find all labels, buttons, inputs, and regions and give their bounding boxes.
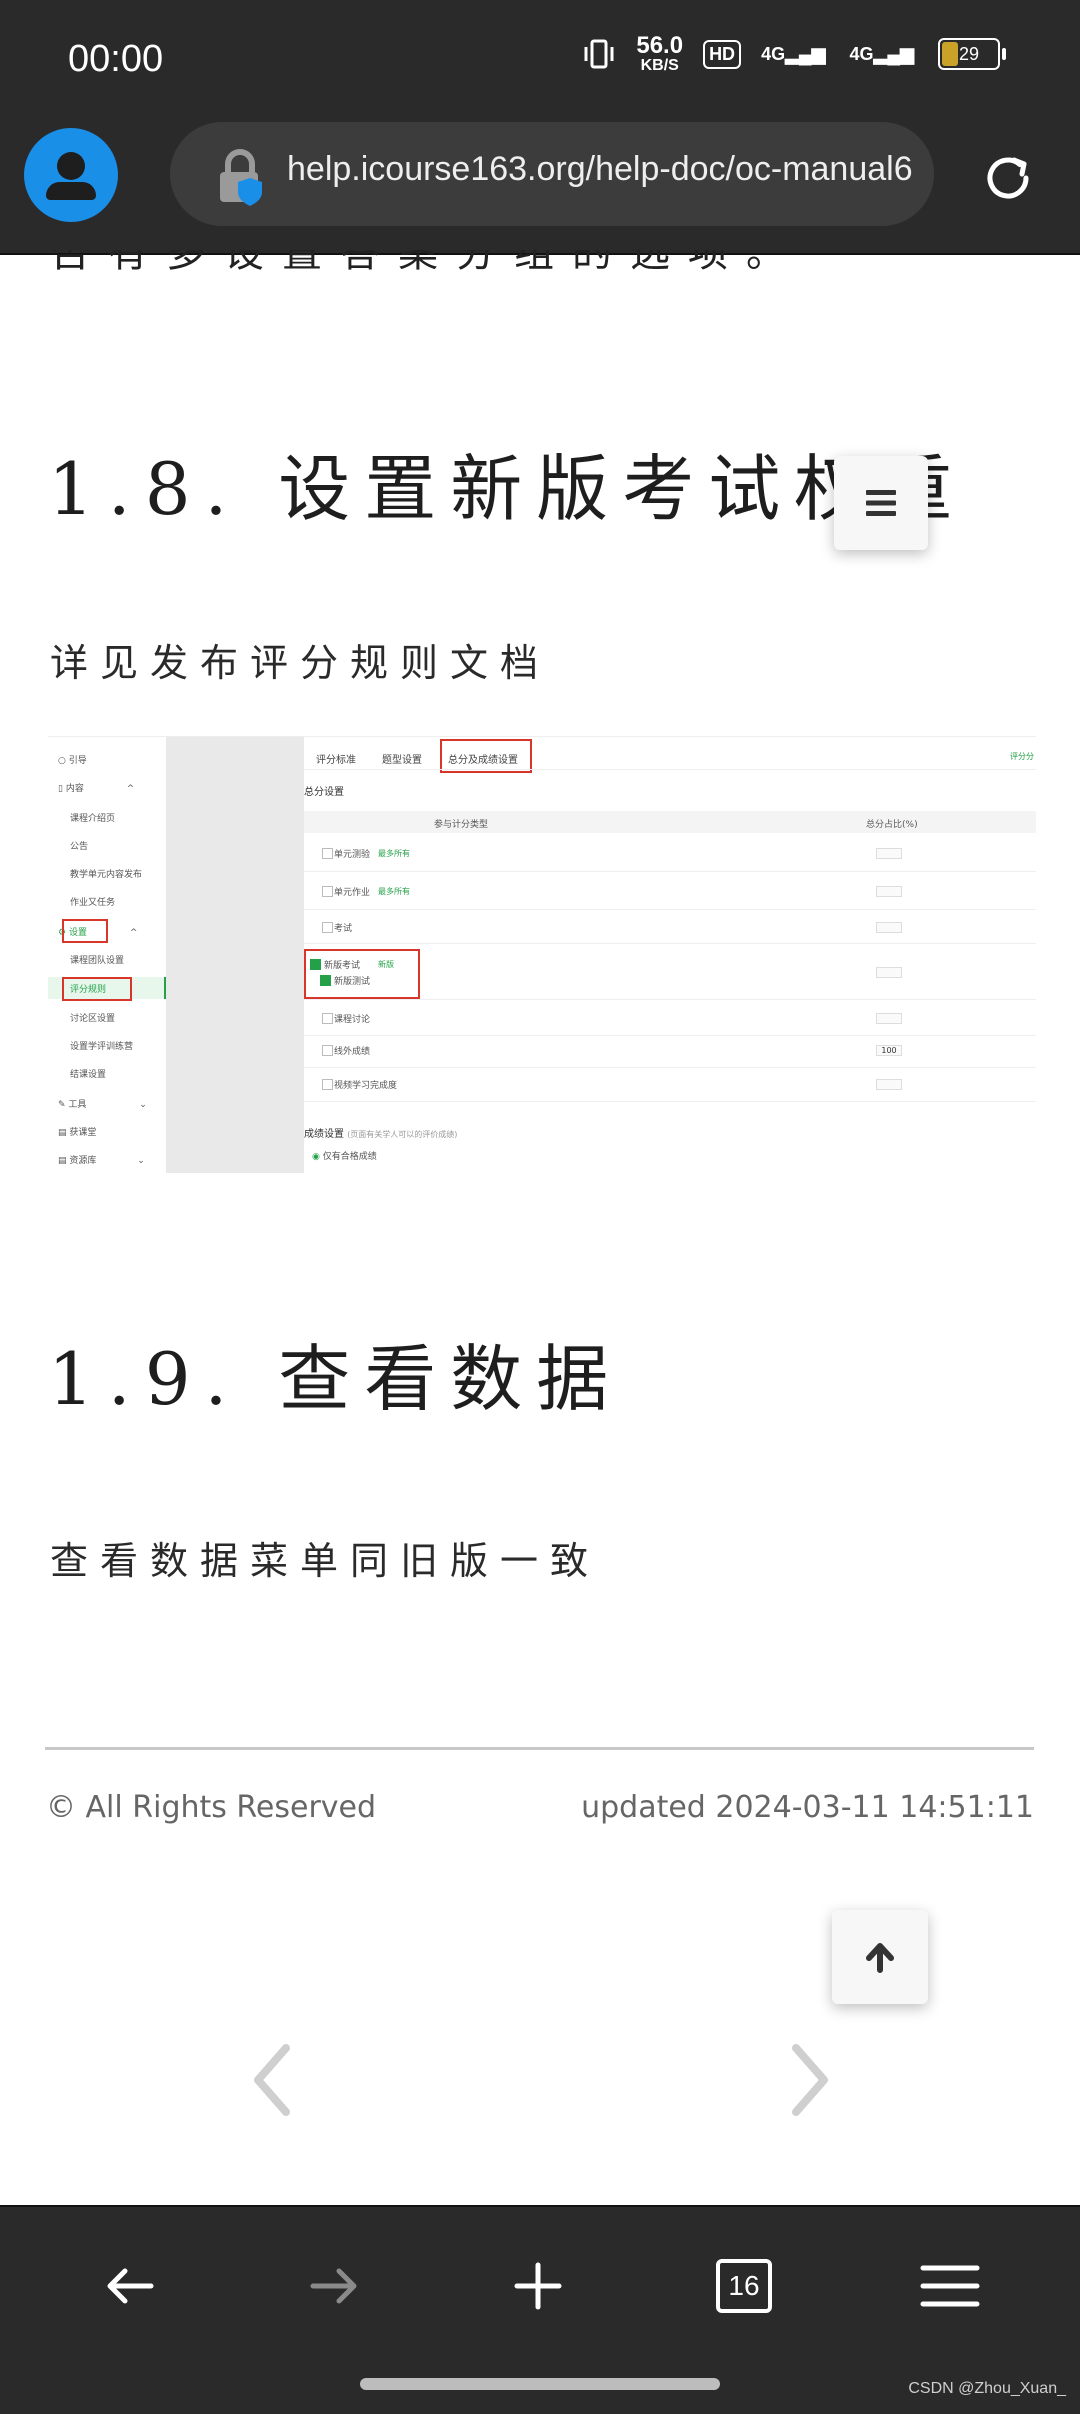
fig-grade-title: 成绩设置 (页面有关学人可以的评价成绩) (304, 1129, 458, 1140)
hamburger-icon (866, 490, 896, 516)
arrow-right-icon (310, 2268, 357, 2304)
hamburger-icon (920, 2265, 980, 2307)
fig-sidebar-item: 公告 (70, 842, 89, 852)
fig-sidebar-item: 结课设置 (70, 1070, 107, 1080)
back-button[interactable] (88, 2244, 172, 2328)
fig-sidebar-item: ▤ 资源库 ⌄ (58, 1156, 145, 1166)
fig-link: 评分分 (1010, 752, 1034, 761)
menu-button[interactable] (908, 2244, 992, 2328)
tabs-count-icon: 16 (716, 2259, 772, 2313)
fig-sidebar-item: ○ 引导 (58, 756, 87, 766)
embedded-screenshot: ○ 引导 ▯ 内容 ^ 课程介绍页 公告 教学单元内容发布 作业又任务 ⚙ 设置… (48, 736, 1036, 1173)
section-heading-1-9: 1.9. 查看数据 (48, 1337, 623, 1421)
fig-grade-option: ◉ 仅有合格成绩 (312, 1152, 377, 1162)
toc-menu-button[interactable] (834, 456, 928, 550)
signal-1-icon: 4G▂▄▆ (761, 43, 826, 64)
status-icons: 56.0 KB/S HD 4G▂▄▆ 4G▂▄▆ 29 (582, 32, 1006, 74)
network-speed: 56.0 KB/S (636, 32, 684, 74)
reload-icon[interactable] (978, 148, 1038, 208)
fig-section-title: 总分设置 (304, 787, 344, 798)
back-to-top-button[interactable] (832, 1910, 928, 2004)
fig-sidebar-item: 课程团队设置 (70, 956, 125, 966)
prev-page-chevron-icon[interactable] (244, 2040, 304, 2120)
section-1-8-text[interactable]: 详见发布评分规则文档 (50, 632, 550, 687)
vibrate-icon (584, 39, 614, 69)
forward-button[interactable] (292, 2244, 376, 2328)
hd-voice-icon: HD (703, 39, 742, 69)
battery-icon: 29 (938, 38, 1006, 70)
new-tab-button[interactable] (496, 2244, 580, 2328)
url-text[interactable]: help.icourse163.org/help-doc/oc-manual6.… (287, 150, 913, 189)
section-heading-1-8: 1.8. 设置新版考试权重 (48, 447, 967, 531)
fig-sidebar-item: 教学单元内容发布 (70, 870, 143, 880)
fig-sidebar-item: 设置学评训练营 (70, 1042, 134, 1052)
clock: 00:00 (68, 38, 164, 80)
status-bar: 00:00 56.0 KB/S HD 4G▂▄▆ 4G▂▄▆ 29 (0, 0, 1080, 120)
next-page-chevron-icon[interactable] (778, 2040, 838, 2120)
fig-sidebar-item: ▤ 获课堂 (58, 1128, 97, 1138)
fig-sidebar-item: 作业又任务 (70, 898, 116, 908)
fig-table-header: 参与计分类型 总分占比(%) (304, 811, 1036, 833)
watermark-text: CSDN @Zhou_Xuan_ (908, 2380, 1066, 2397)
plus-icon (514, 2262, 562, 2310)
updated-timestamp: updated 2024-03-11 14:51:11 (581, 1790, 1034, 1825)
section-1-9-text: 查看数据菜单同旧版一致 (50, 1539, 601, 1583)
fig-main-panel: 评分标准 题型设置 总分及成绩设置 评分分 总分设置 参与计分类型 总分占比(%… (304, 737, 1036, 1173)
tabs-button[interactable]: 16 (702, 2244, 786, 2328)
signal-2-icon: 4G▂▄▆ (849, 43, 914, 64)
user-icon (57, 152, 85, 180)
arrow-up-icon (866, 1943, 894, 1973)
arrow-left-icon (107, 2268, 154, 2304)
fig-sidebar-item: ✎ 工具 ⌄ (58, 1100, 147, 1110)
gesture-bar[interactable] (360, 2378, 720, 2390)
footer-divider (45, 1747, 1034, 1750)
fig-tab: 评分标准 (316, 755, 356, 766)
secure-lock-icon[interactable] (214, 148, 270, 206)
profile-avatar[interactable] (24, 128, 118, 222)
copyright-text: © All Rights Reserved (46, 1790, 377, 1825)
fig-tab: 题型设置 (382, 755, 422, 766)
fig-sidebar-item: ▯ 内容 ^ (58, 784, 135, 794)
fig-sidebar-item: 课程介绍页 (70, 814, 116, 824)
fig-sidebar-item: 讨论区设置 (70, 1014, 116, 1024)
fig-sidebar: ○ 引导 ▯ 内容 ^ 课程介绍页 公告 教学单元内容发布 作业又任务 ⚙ 设置… (48, 737, 167, 1173)
